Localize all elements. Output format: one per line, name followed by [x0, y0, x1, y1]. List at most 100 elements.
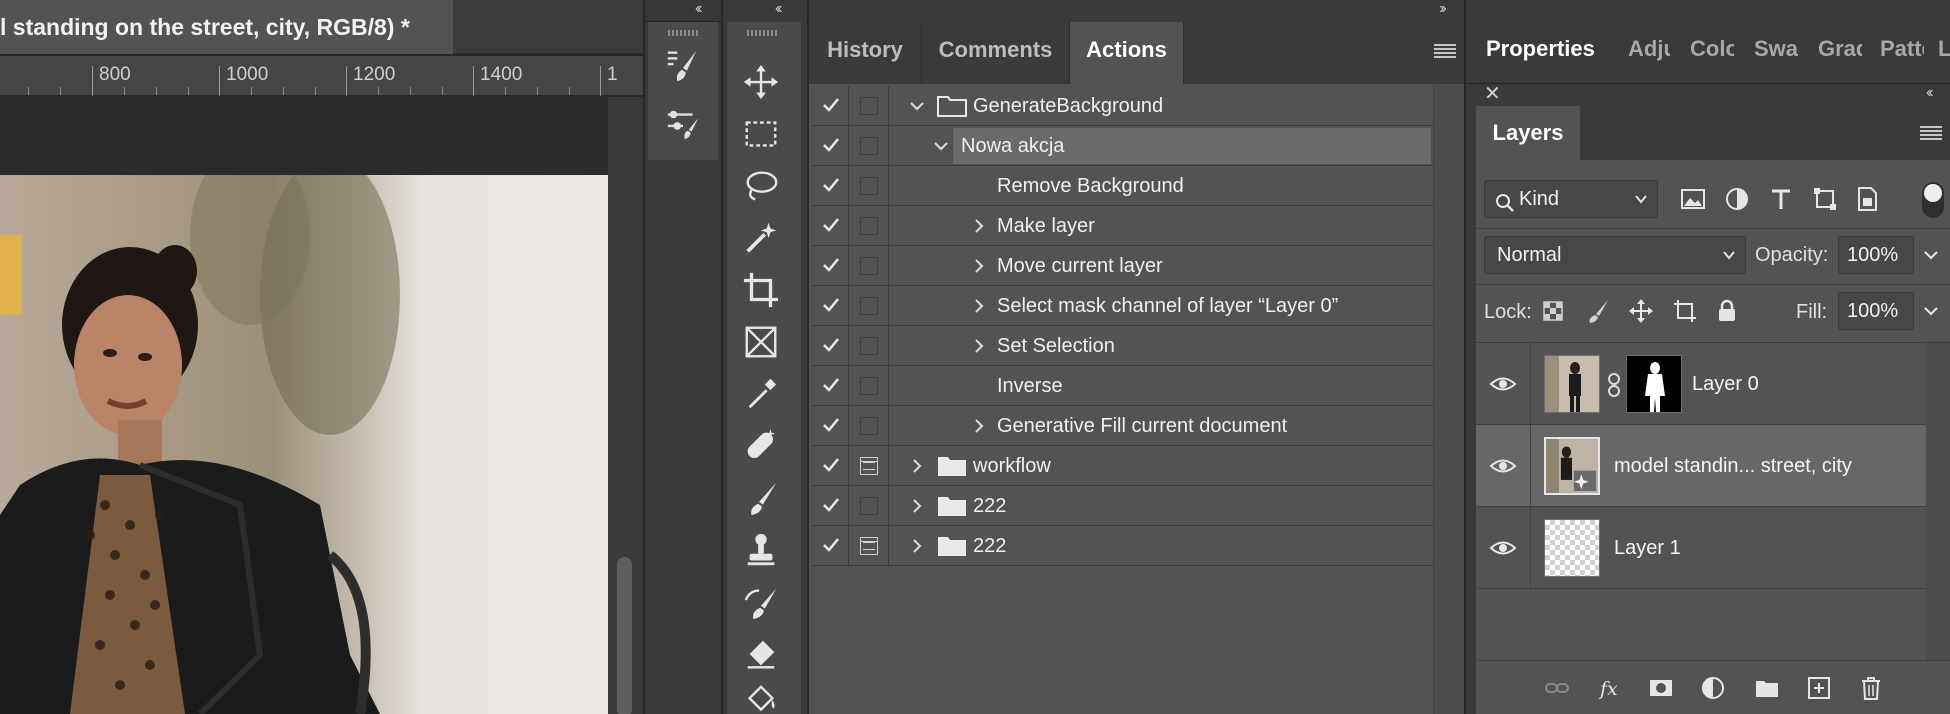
chevron-right-icon[interactable]	[971, 338, 987, 354]
brush-tool-icon[interactable]	[739, 478, 783, 518]
collapse-arrows-icon[interactable]: ‹‹	[775, 0, 782, 18]
canvas-image[interactable]	[0, 175, 608, 714]
filter-kind-dropdown[interactable]: Kind	[1484, 180, 1658, 218]
add-mask-icon[interactable]	[1646, 673, 1676, 703]
tab-swatches[interactable]: Swat	[1754, 36, 1798, 62]
toggle-item-checkbox[interactable]	[811, 446, 849, 486]
type-layer-filter-icon[interactable]	[1766, 184, 1796, 214]
layer-row[interactable]: model standin... street, city	[1476, 425, 1926, 507]
scrollbar-thumb[interactable]	[617, 557, 632, 714]
layer-thumbnail[interactable]	[1544, 437, 1600, 495]
tab-comments[interactable]: Comments	[922, 22, 1070, 84]
eraser-tool-icon[interactable]	[739, 634, 783, 674]
blend-mode-dropdown[interactable]: Normal	[1484, 236, 1746, 274]
opacity-input[interactable]: 100%	[1838, 236, 1914, 274]
toggle-item-checkbox[interactable]	[811, 206, 849, 246]
tab-actions[interactable]: Actions	[1070, 22, 1184, 84]
link-layers-icon[interactable]	[1542, 673, 1572, 703]
frame-tool-icon[interactable]	[739, 322, 783, 362]
adjustment-layer-filter-icon[interactable]	[1722, 184, 1752, 214]
panel-menu-icon[interactable]	[1434, 44, 1456, 60]
toggle-dialog-box[interactable]	[849, 366, 889, 406]
delete-layer-trash-icon[interactable]	[1856, 673, 1886, 703]
panel-menu-icon[interactable]	[1920, 126, 1942, 142]
eye-visibility-icon[interactable]	[1489, 371, 1517, 397]
chevron-down-icon[interactable]	[933, 138, 949, 154]
layers-scrollbar[interactable]	[1926, 343, 1950, 663]
action-row[interactable]: Remove Background	[811, 166, 1433, 206]
layer-row[interactable]: Layer 0	[1476, 343, 1926, 425]
action-row[interactable]: Move current layer	[811, 246, 1433, 286]
lock-transparent-pixels-icon[interactable]	[1538, 296, 1568, 326]
opacity-chevron-down-icon[interactable]	[1916, 240, 1946, 270]
collapse-arrows-icon[interactable]: ‹‹	[1926, 84, 1933, 102]
toggle-item-checkbox[interactable]	[811, 486, 849, 526]
paint-bucket-tool-icon[interactable]	[739, 682, 783, 714]
collapse-arrows-icon[interactable]: ‹‹	[695, 0, 702, 18]
layer-thumbnail[interactable]	[1544, 355, 1600, 413]
new-group-folder-icon[interactable]	[1752, 673, 1782, 703]
tab-gradients[interactable]: Grad	[1818, 36, 1862, 62]
healing-brush-tool-icon[interactable]	[739, 426, 783, 466]
new-layer-icon[interactable]	[1804, 673, 1834, 703]
chevron-right-icon[interactable]	[909, 458, 925, 474]
layer-name[interactable]: model standin... street, city	[1614, 425, 1852, 507]
move-tool-icon[interactable]	[739, 62, 783, 102]
action-row[interactable]: Generative Fill current document	[811, 406, 1433, 446]
filter-toggle-switch[interactable]	[1922, 182, 1944, 218]
layer-name[interactable]: Layer 1	[1614, 507, 1681, 589]
document-tab[interactable]: l standing on the street, city, RGB/8) *	[0, 0, 453, 54]
tab-patterns[interactable]: Patte	[1880, 36, 1924, 62]
tab-history[interactable]: History	[809, 22, 922, 84]
action-set-row[interactable]: GenerateBackground	[811, 86, 1433, 126]
layer-row[interactable]: Layer 1	[1476, 507, 1926, 589]
action-row[interactable]: Set Selection	[811, 326, 1433, 366]
brush-settings-icon[interactable]	[661, 104, 705, 144]
layer-thumbnail[interactable]	[1544, 519, 1600, 577]
toggle-item-checkbox[interactable]	[811, 326, 849, 366]
lock-all-icon[interactable]	[1712, 296, 1742, 326]
chevron-down-icon[interactable]	[909, 98, 925, 114]
toggle-item-checkbox[interactable]	[811, 366, 849, 406]
chevron-right-icon[interactable]	[971, 258, 987, 274]
chevron-right-icon[interactable]	[971, 298, 987, 314]
toggle-dialog-box[interactable]	[849, 446, 889, 486]
layer-mask-thumbnail[interactable]	[1626, 355, 1682, 413]
eye-visibility-icon[interactable]	[1489, 535, 1517, 561]
action-set-row[interactable]: 222	[811, 486, 1433, 526]
eyedropper-tool-icon[interactable]	[739, 374, 783, 414]
chevron-right-icon[interactable]	[909, 498, 925, 514]
action-row[interactable]: Inverse	[811, 366, 1433, 406]
toggle-item-checkbox[interactable]	[811, 126, 849, 166]
tab-properties[interactable]: Properties	[1486, 36, 1598, 62]
chevron-right-icon[interactable]	[971, 418, 987, 434]
history-brush-tool-icon[interactable]	[739, 582, 783, 622]
smart-object-filter-icon[interactable]	[1852, 184, 1882, 214]
toggle-dialog-box[interactable]	[849, 486, 889, 526]
toggle-item-checkbox[interactable]	[811, 286, 849, 326]
brush-presets-icon[interactable]	[661, 46, 705, 86]
grip-icon[interactable]	[747, 30, 777, 36]
toggle-dialog-box[interactable]	[849, 326, 889, 366]
action-row[interactable]: Select mask channel of layer “Layer 0”	[811, 286, 1433, 326]
clone-stamp-tool-icon[interactable]	[739, 530, 783, 570]
toggle-item-checkbox[interactable]	[811, 526, 849, 566]
toggle-dialog-box[interactable]	[849, 126, 889, 166]
action-row[interactable]: Make layer	[811, 206, 1433, 246]
chevron-right-icon[interactable]	[909, 538, 925, 554]
toggle-item-checkbox[interactable]	[811, 406, 849, 446]
eye-visibility-icon[interactable]	[1489, 453, 1517, 479]
mask-link-chain-icon[interactable]	[1606, 373, 1622, 397]
fill-chevron-down-icon[interactable]	[1916, 296, 1946, 326]
tab-color[interactable]: Colo	[1690, 36, 1734, 62]
action-set-row[interactable]: 222	[811, 526, 1433, 566]
action-row[interactable]: Nowa akcja	[811, 126, 1433, 166]
tab-adjustments[interactable]: Adju	[1628, 36, 1670, 62]
layer-name[interactable]: Layer 0	[1692, 343, 1759, 425]
crop-tool-icon[interactable]	[739, 270, 783, 310]
lock-artboard-icon[interactable]	[1670, 296, 1700, 326]
tab-libraries[interactable]: L	[1938, 36, 1950, 62]
tab-layers[interactable]: Layers	[1476, 106, 1580, 160]
pixel-layer-filter-icon[interactable]	[1678, 184, 1708, 214]
toggle-dialog-box[interactable]	[849, 286, 889, 326]
